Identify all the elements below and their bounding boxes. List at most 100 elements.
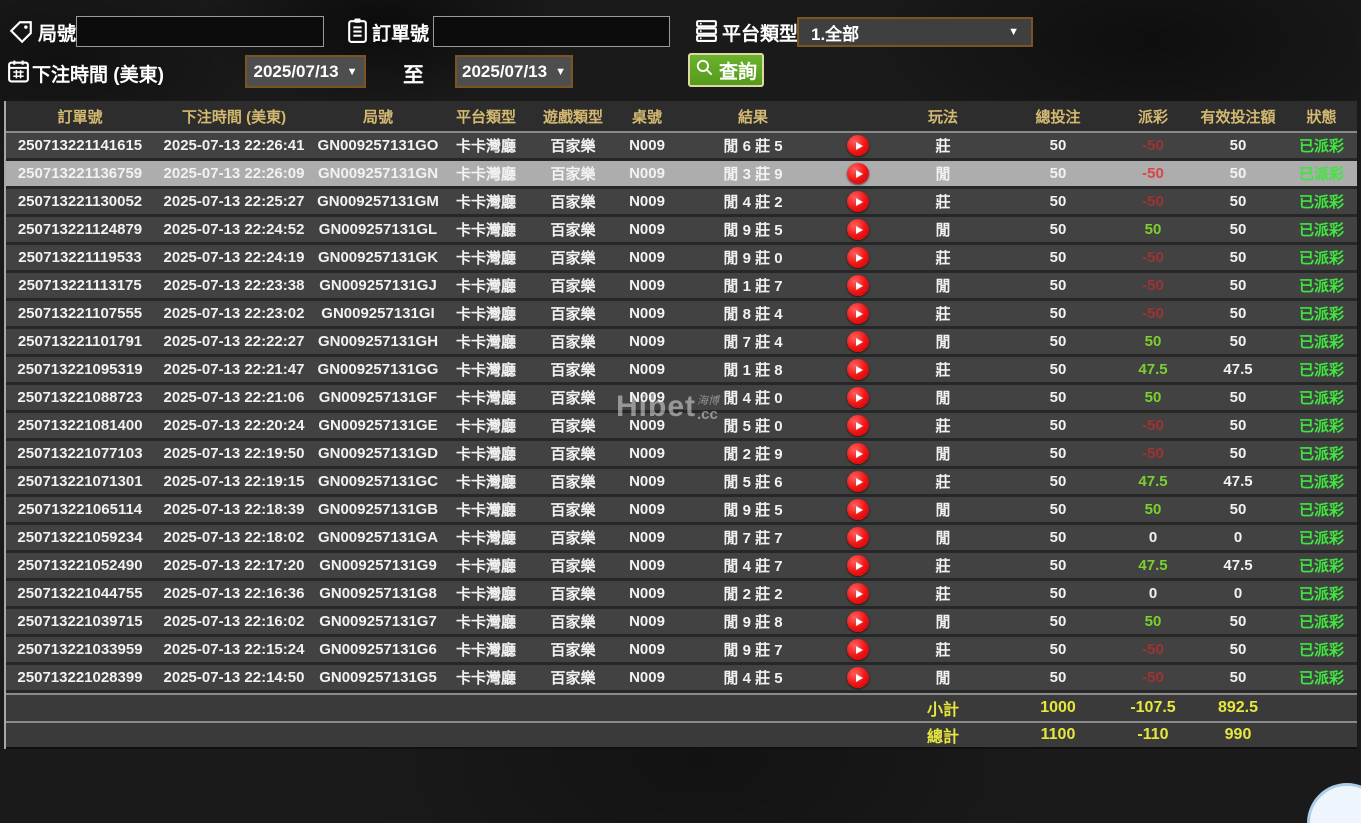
cell-order-no: 250713221088723: [17, 389, 143, 406]
cell-platform: 卡卡灣廳: [455, 530, 516, 547]
cell-game-type: 百家樂: [550, 642, 596, 659]
cell-bet-type: 閒: [935, 530, 951, 547]
replay-button[interactable]: [847, 303, 869, 324]
replay-button[interactable]: [847, 387, 869, 408]
replay-button[interactable]: [847, 191, 869, 212]
cell-round-no: GN009257131GA: [317, 529, 439, 546]
status-badge: 已派彩: [1298, 334, 1344, 351]
table-row[interactable]: 250713221101791 2025-07-13 22:22:27 GN00…: [6, 329, 1357, 357]
cell-result: 閒 7 莊 7: [723, 530, 783, 547]
table-row[interactable]: 250713221130052 2025-07-13 22:25:27 GN00…: [6, 189, 1357, 217]
cell-bet-type: 莊: [935, 250, 951, 267]
replay-button[interactable]: [847, 275, 869, 296]
cell-table-no: N009: [629, 417, 665, 434]
replay-button[interactable]: [847, 471, 869, 492]
cell-result: 閒 2 莊 9: [723, 446, 783, 463]
table-row[interactable]: 250713221077103 2025-07-13 22:19:50 GN00…: [6, 441, 1357, 469]
status-badge: 已派彩: [1298, 502, 1344, 519]
status-badge: 已派彩: [1298, 138, 1344, 155]
replay-button[interactable]: [847, 443, 869, 464]
cell-game-type: 百家樂: [550, 474, 596, 491]
cell-replay: [828, 441, 888, 466]
cell-valid-bet: 50: [1229, 137, 1247, 154]
play-icon: [855, 477, 863, 486]
cell-valid-bet: 50: [1229, 277, 1247, 294]
table-row[interactable]: 250713221119533 2025-07-13 22:24:19 GN00…: [6, 245, 1357, 273]
table-row[interactable]: 250713221044755 2025-07-13 22:16:36 GN00…: [6, 581, 1357, 609]
search-button[interactable]: 查詢: [688, 53, 764, 87]
clipboard-icon: [345, 17, 370, 49]
replay-button[interactable]: [847, 583, 869, 604]
cell-order-no: 250713221095319: [17, 361, 143, 378]
replay-button[interactable]: [847, 527, 869, 548]
order-no-input[interactable]: [433, 16, 670, 47]
replay-button[interactable]: [847, 667, 869, 688]
table-row[interactable]: 250713221033959 2025-07-13 22:15:24 GN00…: [6, 637, 1357, 665]
cell-table-no: N009: [629, 557, 665, 574]
replay-button[interactable]: [847, 555, 869, 576]
cell-payout: 47.5: [1138, 473, 1168, 490]
cell-valid-bet: 50: [1229, 669, 1247, 686]
table-row[interactable]: 250713221124879 2025-07-13 22:24:52 GN00…: [6, 217, 1357, 245]
cell-round-no: GN009257131GJ: [319, 277, 437, 294]
cell-valid-bet: 0: [1233, 585, 1243, 602]
cell-bet-time: 2025-07-13 22:14:50: [163, 669, 305, 686]
date-from-picker[interactable]: 2025/07/13 ▼: [245, 55, 366, 88]
cell-total-bet: 50: [1049, 165, 1067, 182]
replay-button[interactable]: [847, 359, 869, 380]
replay-button[interactable]: [847, 163, 869, 184]
cell-bet-time: 2025-07-13 22:21:47: [163, 361, 305, 378]
table-row[interactable]: 250713221141615 2025-07-13 22:26:41 GN00…: [6, 133, 1357, 161]
status-badge: 已派彩: [1298, 446, 1344, 463]
cell-order-no: 250713221052490: [17, 557, 143, 574]
play-icon: [855, 645, 863, 654]
cell-round-no: GN009257131G7: [319, 613, 437, 630]
cell-round-no: GN009257131GI: [321, 305, 435, 322]
cell-result: 閒 9 莊 8: [723, 614, 783, 631]
table-row[interactable]: 250713221059234 2025-07-13 22:18:02 GN00…: [6, 525, 1357, 553]
replay-button[interactable]: [847, 639, 869, 660]
cell-result: 閒 4 莊 2: [723, 194, 783, 211]
table-row[interactable]: 250713221039715 2025-07-13 22:16:02 GN00…: [6, 609, 1357, 637]
play-icon: [855, 449, 863, 458]
cell-total-bet: 50: [1049, 193, 1067, 210]
table-row[interactable]: 250713221081400 2025-07-13 22:20:24 GN00…: [6, 413, 1357, 441]
table-row[interactable]: 250713221071301 2025-07-13 22:19:15 GN00…: [6, 469, 1357, 497]
cell-game-type: 百家樂: [550, 502, 596, 519]
replay-button[interactable]: [847, 415, 869, 436]
replay-button[interactable]: [847, 247, 869, 268]
table-row[interactable]: 250713221065114 2025-07-13 22:18:39 GN00…: [6, 497, 1357, 525]
grand-total-valid-bet: 990: [1224, 726, 1252, 743]
header-payout: 派彩: [1137, 108, 1168, 126]
cell-game-type: 百家樂: [550, 166, 596, 183]
floating-widget-button[interactable]: [1307, 783, 1361, 823]
table-row[interactable]: 250713221095319 2025-07-13 22:21:47 GN00…: [6, 357, 1357, 385]
cell-valid-bet: 50: [1229, 305, 1247, 322]
cell-result: 閒 4 莊 7: [723, 558, 783, 575]
replay-button[interactable]: [847, 331, 869, 352]
platform-type-select[interactable]: 1.全部 ▼: [797, 17, 1033, 47]
table-row[interactable]: 250713221052490 2025-07-13 22:17:20 GN00…: [6, 553, 1357, 581]
table-row[interactable]: 250713221028399 2025-07-13 22:14:50 GN00…: [6, 665, 1357, 693]
table-row[interactable]: 250713221107555 2025-07-13 22:23:02 GN00…: [6, 301, 1357, 329]
table-row[interactable]: 250713221088723 2025-07-13 22:21:06 GN00…: [6, 385, 1357, 413]
cell-total-bet: 50: [1049, 277, 1067, 294]
round-no-label: 局號: [38, 24, 77, 45]
table-row[interactable]: 250713221113175 2025-07-13 22:23:38 GN00…: [6, 273, 1357, 301]
cell-valid-bet: 50: [1229, 221, 1247, 238]
cell-bet-time: 2025-07-13 22:16:02: [163, 613, 305, 630]
table-body: 250713221141615 2025-07-13 22:26:41 GN00…: [6, 133, 1357, 693]
table-row[interactable]: 250713221136759 2025-07-13 22:26:09 GN00…: [6, 161, 1357, 189]
date-to-picker[interactable]: 2025/07/13 ▼: [455, 55, 573, 88]
replay-button[interactable]: [847, 499, 869, 520]
replay-button[interactable]: [847, 611, 869, 632]
cell-total-bet: 50: [1049, 501, 1067, 518]
cell-platform: 卡卡灣廳: [455, 418, 516, 435]
replay-button[interactable]: [847, 219, 869, 240]
cell-platform: 卡卡灣廳: [455, 306, 516, 323]
play-icon: [855, 225, 863, 234]
round-no-input[interactable]: [76, 16, 324, 47]
replay-button[interactable]: [847, 135, 869, 156]
cell-platform: 卡卡灣廳: [455, 362, 516, 379]
grand-total-label: 總計: [926, 729, 959, 746]
